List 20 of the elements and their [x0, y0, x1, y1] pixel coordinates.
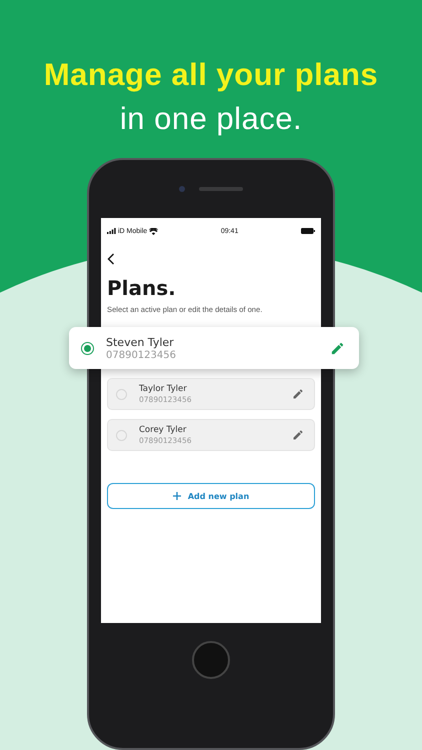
camera-icon — [179, 186, 185, 192]
plan-phone: 07890123456 — [106, 350, 177, 360]
signal-icon — [107, 228, 116, 234]
pencil-icon[interactable] — [292, 388, 304, 400]
add-plan-button[interactable]: Add new plan — [107, 483, 315, 509]
plan-name: Corey Tyler — [139, 425, 188, 435]
page-title: Plans. — [107, 276, 177, 300]
plan-name: Steven Tyler — [106, 336, 175, 348]
battery-icon — [301, 228, 315, 234]
plus-icon — [172, 492, 181, 500]
home-button[interactable] — [192, 641, 230, 679]
headline: in one place. — [120, 100, 302, 138]
plan-name: Taylor Tyler — [139, 384, 188, 394]
headline: Manage all your plans — [44, 56, 378, 94]
wifi-icon — [149, 228, 158, 234]
plan-card[interactable]: Steven Tyler 07890123456 — [69, 327, 359, 369]
pencil-icon[interactable] — [292, 429, 304, 441]
radio-button[interactable] — [81, 342, 94, 354]
pencil-icon[interactable] — [330, 340, 345, 356]
back-icon[interactable] — [107, 253, 115, 265]
